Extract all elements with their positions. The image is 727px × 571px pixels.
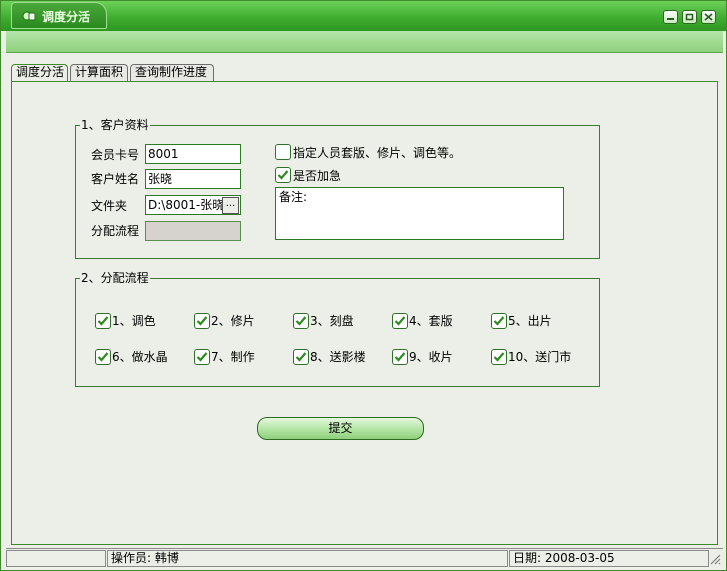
check-icon bbox=[295, 316, 307, 326]
step-checkbox[interactable] bbox=[293, 349, 309, 365]
folder-label: 文件夹 bbox=[91, 199, 128, 213]
check-icon bbox=[97, 352, 109, 362]
check-icon bbox=[394, 352, 406, 362]
minimize-icon bbox=[667, 18, 674, 20]
resize-grip-icon[interactable] bbox=[709, 553, 721, 565]
step-checkbox[interactable] bbox=[194, 349, 210, 365]
step-checkbox[interactable] bbox=[95, 313, 111, 329]
check-icon bbox=[277, 170, 289, 180]
browse-button[interactable]: ... bbox=[222, 197, 239, 214]
app-icon bbox=[22, 10, 36, 22]
check-icon bbox=[196, 316, 208, 326]
toolbar-strip bbox=[6, 31, 723, 53]
step-checkbox[interactable] bbox=[194, 313, 210, 329]
card-number-input[interactable]: 8001 bbox=[145, 144, 241, 164]
step-label: 1、调色 bbox=[112, 314, 156, 328]
step-checkbox[interactable] bbox=[392, 349, 408, 365]
urgent-label: 是否加急 bbox=[293, 169, 342, 183]
check-icon bbox=[394, 316, 406, 326]
customer-name-input[interactable]: 张晓 bbox=[145, 169, 241, 189]
card-label: 会员卡号 bbox=[91, 148, 140, 162]
step-label: 3、刻盘 bbox=[310, 314, 354, 328]
notes-textarea[interactable]: 备注: bbox=[275, 187, 564, 240]
minimize-button[interactable] bbox=[663, 10, 678, 24]
step-label: 10、送门市 bbox=[508, 350, 572, 364]
step-checkbox[interactable] bbox=[95, 349, 111, 365]
check-icon bbox=[97, 316, 109, 326]
assign-checkbox[interactable] bbox=[275, 144, 291, 160]
step-checkbox[interactable] bbox=[491, 313, 507, 329]
status-cell-empty bbox=[6, 550, 106, 567]
step-label: 5、出片 bbox=[508, 314, 552, 328]
close-button[interactable] bbox=[701, 10, 716, 24]
check-icon bbox=[493, 316, 505, 326]
process-group-title: 2、分配流程 bbox=[80, 271, 150, 285]
tab-area[interactable]: 计算面积 bbox=[70, 64, 128, 81]
tab-dispatch[interactable]: 调度分活 bbox=[11, 64, 68, 82]
process-group: 2、分配流程 bbox=[75, 271, 600, 387]
step-label: 6、做水晶 bbox=[112, 350, 168, 364]
step-label: 9、收片 bbox=[409, 350, 453, 364]
step-checkbox[interactable] bbox=[491, 349, 507, 365]
step-label: 2、修片 bbox=[211, 314, 255, 328]
title-bar[interactable]: 调度分活 bbox=[1, 1, 726, 31]
step-label: 4、套版 bbox=[409, 314, 453, 328]
close-icon bbox=[704, 13, 713, 21]
submit-button[interactable]: 提交 bbox=[257, 417, 424, 440]
title-tab: 调度分活 bbox=[11, 2, 107, 29]
window-title: 调度分活 bbox=[42, 10, 91, 24]
assign-label: 指定人员套版、修片、调色等。 bbox=[293, 146, 462, 160]
tab-progress[interactable]: 查询制作进度 bbox=[130, 64, 214, 81]
flow-input bbox=[145, 221, 241, 241]
check-icon bbox=[493, 352, 505, 362]
status-bar: 操作员: 韩博 日期: 2008-03-05 bbox=[6, 548, 723, 567]
step-checkbox[interactable] bbox=[392, 313, 408, 329]
step-checkbox[interactable] bbox=[293, 313, 309, 329]
restore-button[interactable] bbox=[682, 10, 697, 24]
urgent-checkbox[interactable] bbox=[275, 167, 291, 183]
app-window: 调度分活 调度分活 计算面积 查询制作进度 1、客户资料 会员卡号 8001 客… bbox=[0, 0, 727, 571]
flow-label: 分配流程 bbox=[91, 224, 140, 238]
notes-label: 备注: bbox=[279, 190, 308, 204]
customer-group-title: 1、客户资料 bbox=[80, 118, 150, 132]
name-label: 客户姓名 bbox=[91, 172, 140, 186]
check-icon bbox=[295, 352, 307, 362]
check-icon bbox=[196, 352, 208, 362]
step-label: 7、制作 bbox=[211, 350, 255, 364]
operator-status: 操作员: 韩博 bbox=[107, 550, 508, 567]
restore-icon bbox=[685, 13, 694, 21]
date-status: 日期: 2008-03-05 bbox=[509, 550, 709, 567]
step-label: 8、送影楼 bbox=[310, 350, 366, 364]
